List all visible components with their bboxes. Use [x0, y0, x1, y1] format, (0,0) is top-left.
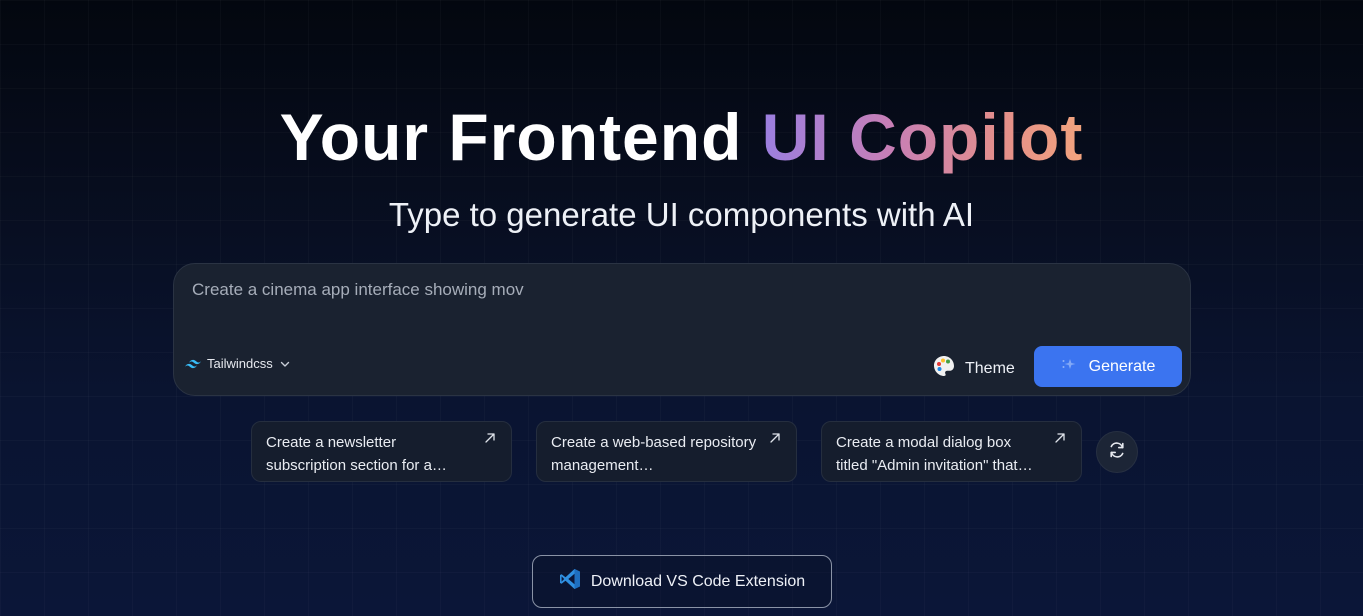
arrow-up-right-icon [483, 431, 497, 445]
download-vscode-extension-button[interactable]: Download VS Code Extension [532, 555, 832, 608]
arrow-up-right-icon [1053, 431, 1067, 445]
refresh-suggestions-button[interactable] [1096, 431, 1138, 473]
hero-title-plain: Your Frontend [279, 100, 743, 174]
theme-button[interactable]: Theme [933, 355, 1015, 382]
prompt-box: Tailwindcss Theme Generat [173, 263, 1191, 396]
palette-icon [933, 355, 955, 382]
theme-label: Theme [965, 359, 1015, 377]
arrow-up-right-icon [768, 431, 782, 445]
suggestion-card-1[interactable]: Create a newsletter subscription section… [251, 421, 512, 482]
prompt-input[interactable] [192, 278, 1152, 302]
chevron-down-icon [279, 358, 291, 370]
framework-select[interactable]: Tailwindcss [185, 356, 291, 371]
suggestion-text: Create a newsletter subscription section… [266, 434, 447, 474]
sparkle-icon [1061, 357, 1079, 376]
vscode-icon [559, 568, 581, 595]
suggestion-text: Create a web-based repository management… [551, 434, 757, 474]
hero-title-gradient: UI Copilot [761, 100, 1084, 174]
hero-title: Your Frontend UI Copilot [0, 98, 1363, 176]
hero-subtitle: Type to generate UI components with AI [388, 196, 975, 233]
suggestion-card-2[interactable]: Create a web-based repository management… [536, 421, 797, 482]
suggestion-text: Create a modal dialog box titled "Admin … [836, 434, 1033, 474]
suggestion-card-3[interactable]: Create a modal dialog box titled "Admin … [821, 421, 1082, 482]
generate-button[interactable]: Generate [1034, 346, 1182, 387]
framework-label: Tailwindcss [207, 356, 273, 371]
tailwind-icon [185, 359, 201, 369]
vscode-label: Download VS Code Extension [590, 572, 806, 590]
generate-label: Generate [1088, 357, 1156, 375]
refresh-icon [1107, 440, 1127, 465]
